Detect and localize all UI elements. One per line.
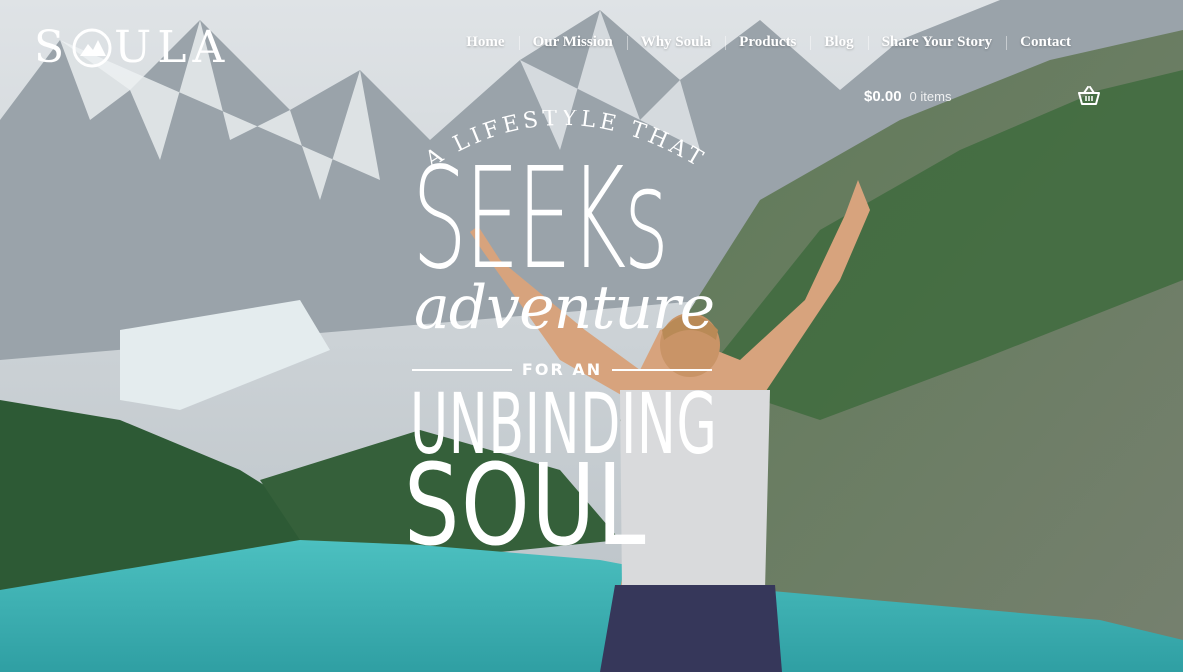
nav-contact[interactable]: Contact	[1006, 34, 1085, 51]
mountain-logo-icon	[72, 28, 112, 68]
hero-banner: S ULA Home Our Mission Why Soula Product…	[0, 0, 1183, 672]
nav-our-mission[interactable]: Our Mission	[518, 34, 627, 51]
basket-icon[interactable]	[1078, 86, 1100, 106]
cart-item-count: 0 items	[909, 89, 952, 104]
logo-letter-s: S	[34, 22, 71, 73]
logo-letters-ula: ULA	[114, 22, 231, 73]
tagline-soul: SOUL	[404, 441, 648, 571]
nav-products[interactable]: Products	[725, 34, 810, 51]
main-navigation: Home Our Mission Why Soula Products Blog…	[452, 34, 1085, 51]
cart-amount: $0.00	[864, 88, 902, 105]
nav-blog[interactable]: Blog	[810, 34, 867, 51]
nav-why-soula[interactable]: Why Soula	[626, 34, 725, 51]
hero-tagline: A LIFESTYLE THAT SEEKs adventure FOR AN …	[400, 110, 730, 570]
site-logo[interactable]: S ULA	[34, 26, 230, 70]
divider-left	[412, 368, 512, 371]
nav-share-your-story[interactable]: Share Your Story	[867, 34, 1007, 51]
nav-home[interactable]: Home	[452, 34, 518, 51]
tagline-adventure: adventure	[414, 273, 715, 343]
divider-right	[612, 368, 713, 371]
tagline-seeks: SEEKs	[412, 138, 669, 301]
cart-summary[interactable]: $0.00 0 items	[864, 88, 951, 105]
